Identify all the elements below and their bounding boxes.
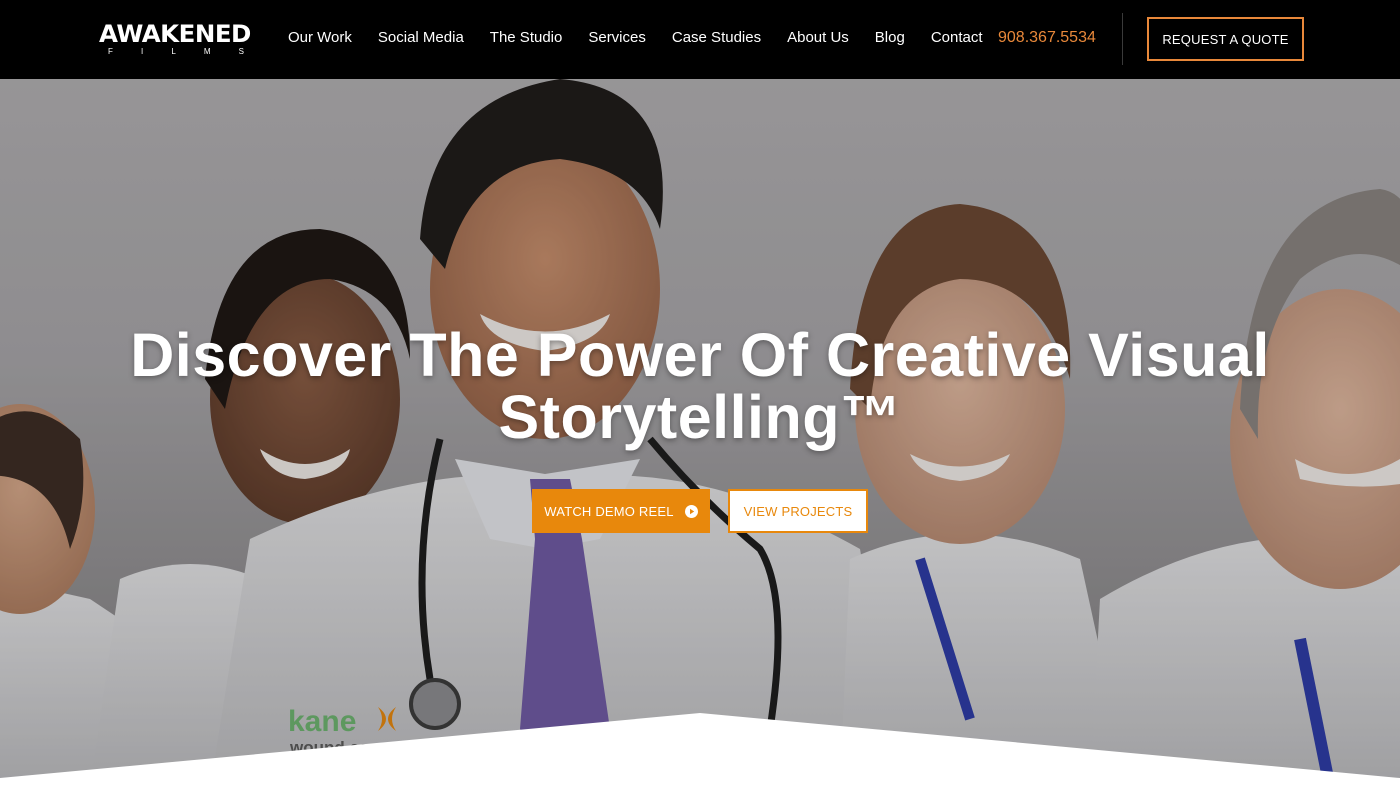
nav-services[interactable]: Services	[588, 28, 646, 52]
main-nav: Our Work Social Media The Studio Service…	[288, 0, 1009, 79]
logo-letter: S	[238, 47, 244, 56]
view-projects-button[interactable]: VIEW PROJECTS	[728, 489, 868, 533]
nav-social-media[interactable]: Social Media	[378, 28, 464, 52]
nav-our-work[interactable]: Our Work	[288, 28, 352, 52]
hero-headline: Discover The Power Of Creative Visual St…	[100, 324, 1300, 448]
logo-wordmark: AWAKENED	[99, 20, 251, 48]
nav-the-studio[interactable]: The Studio	[490, 28, 563, 52]
nav-case-studies[interactable]: Case Studies	[672, 28, 761, 52]
logo-letter: I	[140, 47, 144, 56]
phone-link[interactable]: 908.367.5534	[998, 28, 1096, 48]
page: AWAKENED F I L M S Our Work Social Media…	[0, 0, 1400, 788]
hero-section: kane wound care Discover The Power Of Cr…	[0, 79, 1400, 788]
hero-headline-line2: Storytelling™	[498, 383, 902, 451]
hero-headline-line1: Discover The Power Of Creative Visual	[130, 321, 1270, 389]
nav-blog[interactable]: Blog	[875, 28, 905, 52]
site-header: AWAKENED F I L M S Our Work Social Media…	[0, 0, 1400, 79]
awakened-films-logo[interactable]: AWAKENED F I L M S	[99, 20, 253, 60]
hero-bottom-chevron	[0, 713, 1400, 788]
watch-demo-reel-label: WATCH DEMO REEL	[544, 503, 674, 519]
logo-subtitle: F I L M S	[108, 48, 244, 56]
logo-letter: M	[203, 47, 211, 56]
nav-contact[interactable]: Contact	[931, 28, 983, 52]
request-quote-button[interactable]: REQUEST A QUOTE	[1147, 17, 1304, 61]
logo-letter: F	[108, 47, 113, 56]
play-circle-icon	[684, 504, 698, 518]
header-divider	[1122, 13, 1123, 65]
watch-demo-reel-button[interactable]: WATCH DEMO REEL	[532, 489, 710, 533]
logo-letter: L	[171, 47, 176, 56]
nav-about-us[interactable]: About Us	[787, 28, 849, 52]
